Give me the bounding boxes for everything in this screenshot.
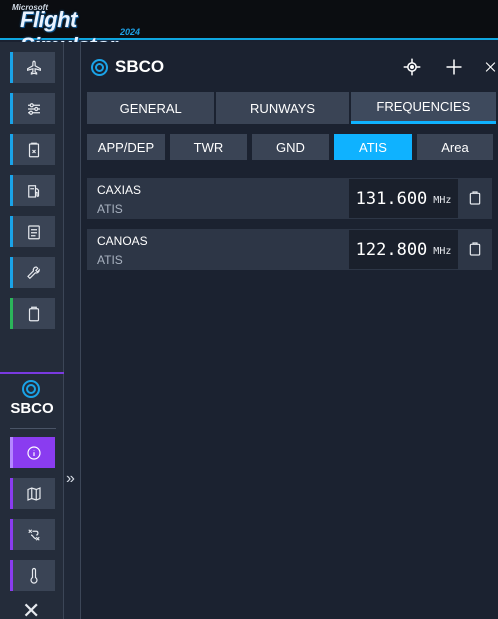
- clipboard-icon: [28, 306, 40, 321]
- sidebar-item-route[interactable]: [10, 519, 55, 550]
- list-item: CANOAS ATIS 122.800 MHz: [87, 229, 492, 270]
- fuel-icon: [28, 184, 40, 198]
- logo-year: 2024: [120, 27, 141, 37]
- clipboard-icon: [469, 191, 481, 205]
- map-icon: [27, 486, 41, 501]
- frequency-type: ATIS: [97, 253, 123, 267]
- airport-icon: [22, 380, 40, 398]
- sidebar-item-clipboard[interactable]: [10, 298, 55, 329]
- panel-header: SBCO: [81, 42, 498, 92]
- sidebar-item-map[interactable]: [10, 478, 55, 509]
- checklist-icon: [28, 142, 40, 157]
- frequency-station-name: CAXIAS: [97, 183, 142, 197]
- sidebar-airport-code: SBCO: [10, 400, 54, 417]
- close-panel-button[interactable]: [483, 56, 498, 78]
- tab-frequencies[interactable]: FREQUENCIES: [350, 92, 496, 124]
- title-bar: Microsoft Flight Simulator 2024: [0, 0, 498, 58]
- sidebar-item-tools[interactable]: [10, 257, 55, 288]
- clipboard-icon: [469, 242, 481, 256]
- sidebar-item-settings[interactable]: [10, 93, 55, 124]
- frequency-type: ATIS: [97, 202, 123, 216]
- panel-collapse-strip[interactable]: »: [64, 42, 81, 619]
- notes-icon: [28, 224, 40, 239]
- subtab-area[interactable]: Area: [416, 134, 493, 160]
- close-icon[interactable]: ✕: [22, 600, 40, 619]
- main-tabs: GENERAL RUNWAYS FREQUENCIES: [87, 92, 498, 124]
- frequency-station-name: CANOAS: [97, 234, 148, 248]
- airport-icon: [91, 59, 108, 76]
- frequency-value: 131.600: [355, 188, 428, 209]
- sidebar-item-checklist[interactable]: [10, 134, 55, 165]
- frequency-unit: MHz: [433, 194, 452, 206]
- frequency-value: 122.800: [355, 239, 428, 260]
- wrench-icon: [27, 265, 40, 279]
- add-button[interactable]: [443, 56, 465, 78]
- sidebar-item-weather[interactable]: [10, 560, 55, 591]
- list-item: CAXIAS ATIS 131.600 MHz: [87, 178, 492, 219]
- sidebar-item-aircraft[interactable]: [10, 52, 55, 83]
- thermometer-icon: [30, 567, 38, 584]
- page-title: SBCO: [115, 57, 165, 76]
- route-icon: [28, 528, 40, 541]
- tab-runways[interactable]: RUNWAYS: [216, 92, 349, 124]
- tab-general[interactable]: GENERAL: [87, 92, 215, 124]
- airport-panel: SBCO GENERAL RUNWAYS FREQUENCIES APP/DEP…: [81, 42, 498, 619]
- flight-simulator-logo: Microsoft Flight Simulator 2024: [8, 3, 158, 58]
- chevron-double-right-icon[interactable]: »: [66, 470, 75, 488]
- sidebar-item-airport-info[interactable]: [10, 437, 55, 468]
- frequency-display[interactable]: 122.800 MHz: [349, 230, 458, 269]
- subtab-gnd[interactable]: GND: [251, 134, 329, 160]
- subtab-twr[interactable]: TWR: [169, 134, 247, 160]
- copy-frequency-button[interactable]: [465, 188, 485, 208]
- subtab-atis[interactable]: ATIS: [333, 134, 412, 160]
- subtab-app-dep[interactable]: APP/DEP: [87, 134, 165, 160]
- crosshair-icon: [403, 58, 421, 76]
- airport-underline: [10, 428, 56, 429]
- frequency-type-tabs: APP/DEP TWR GND ATIS Area: [87, 134, 498, 160]
- close-icon: [485, 62, 496, 72]
- frequency-display[interactable]: 131.600 MHz: [349, 179, 458, 218]
- sidebar-item-fuel[interactable]: [10, 175, 55, 206]
- airport-section-divider: [0, 372, 64, 374]
- copy-frequency-button[interactable]: [465, 239, 485, 259]
- left-sidebar: SBCO ✕: [0, 42, 64, 619]
- frequency-unit: MHz: [433, 245, 452, 257]
- sidebar-item-notes[interactable]: [10, 216, 55, 247]
- locate-button[interactable]: [401, 56, 423, 78]
- sliders-icon: [28, 102, 40, 115]
- plus-icon: [446, 59, 462, 75]
- info-icon: [27, 445, 41, 460]
- airplane-icon: [27, 60, 41, 75]
